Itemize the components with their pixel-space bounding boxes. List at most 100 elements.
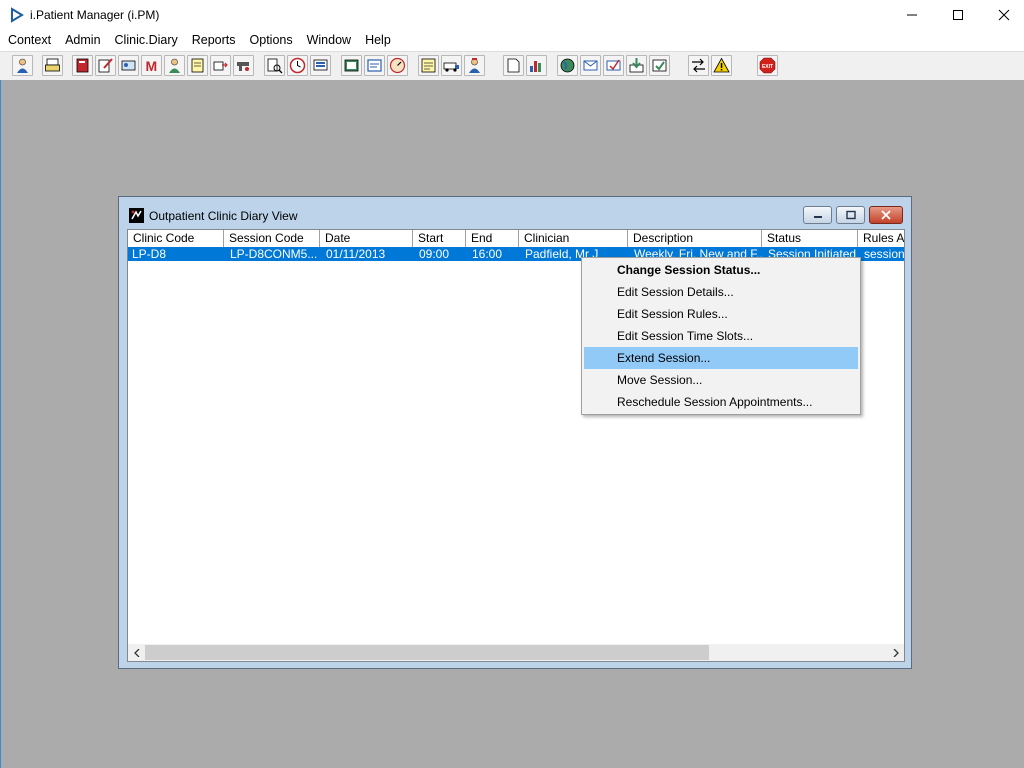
toolbar-refresh-button[interactable] [649,55,670,76]
toolbar-note-button[interactable] [418,55,439,76]
toolbar-monitor-button[interactable] [310,55,331,76]
arrows-icon [692,58,705,73]
column-header-rules[interactable]: Rules Ap [858,230,904,247]
cell-session-code: LP-D8CONM5... [230,247,318,261]
list-header: Clinic Code Session Code Date Start End … [128,230,904,248]
toolbar-doctor-button[interactable] [164,55,185,76]
toolbar-transfer-button[interactable] [210,55,231,76]
toolbar-chart-button[interactable] [526,55,547,76]
menu-options[interactable]: Options [243,30,300,51]
mail-tick-icon [606,59,621,71]
child-restore-button[interactable] [836,206,865,224]
bar-chart-icon [530,61,541,72]
scroll-left-button[interactable] [128,644,145,661]
column-header-start[interactable]: Start [413,230,466,247]
toolbar-clock-button[interactable] [287,55,308,76]
toolbar-book-button[interactable] [72,55,93,76]
card-icon [367,59,382,72]
search-doc-icon [267,58,283,74]
column-header-session-code[interactable]: Session Code [224,230,320,247]
toolbar-patient-button[interactable] [12,55,33,76]
column-header-clinician[interactable]: Clinician [519,230,628,247]
menu-change-session-status[interactable]: Change Session Status... [584,259,858,281]
gun-icon [237,62,249,71]
doctor-icon [169,58,180,73]
scrollbar-thumb[interactable] [145,645,709,660]
referral-icon [98,58,113,73]
dial-icon [389,57,406,74]
toolbar-m-button[interactable]: M [141,55,162,76]
menu-context[interactable]: Context [0,30,58,51]
maximize-icon [953,10,963,20]
cell-start: 09:00 [419,247,450,261]
menu-reschedule-session-appointments[interactable]: Reschedule Session Appointments... [584,391,858,413]
svg-text:M: M [146,58,158,74]
cell-rules: session [864,247,904,261]
toolbar-warning-button[interactable] [711,55,732,76]
scroll-right-button[interactable] [887,644,904,661]
column-header-end[interactable]: End [466,230,519,247]
toolbar-search-doc-button[interactable] [264,55,285,76]
column-header-description[interactable]: Description [628,230,762,247]
menu-extend-session[interactable]: Extend Session... [584,347,858,369]
toolbar-dial-button[interactable] [387,55,408,76]
horizontal-scrollbar[interactable] [128,644,904,661]
minimize-icon [907,14,917,16]
toolbar-mail-button[interactable] [580,55,601,76]
nurse-icon [469,58,480,73]
menu-clinic-diary[interactable]: Clinic.Diary [108,30,185,51]
toolbar-globe-button[interactable] [557,55,578,76]
menu-edit-session-details[interactable]: Edit Session Details... [584,281,858,303]
menu-help[interactable]: Help [358,30,398,51]
menu-window[interactable]: Window [300,30,358,51]
restore-icon [845,210,856,220]
download-icon [629,58,644,73]
chevron-left-icon [133,648,139,657]
toolbar-document-button[interactable] [503,55,524,76]
toolbar-ambulance-button[interactable] [441,55,462,76]
menu-bar: Context Admin Clinic.Diary Reports Optio… [0,30,1024,51]
app-logo-icon [11,7,24,23]
chevron-right-icon [893,648,899,657]
ambulance-icon [443,62,459,72]
globe-icon [560,58,575,73]
menu-admin[interactable]: Admin [58,30,107,51]
toolbar-tool-button[interactable] [233,55,254,76]
maximize-button[interactable] [935,0,981,30]
child-window-title: Outpatient Clinic Diary View [149,209,298,223]
note-icon [421,58,436,73]
menu-edit-session-rules[interactable]: Edit Session Rules... [584,303,858,325]
patient-icon [17,58,28,73]
toolbar-photo-button[interactable] [341,55,362,76]
column-header-status[interactable]: Status [762,230,858,247]
child-close-button[interactable] [869,206,903,224]
app-title: i.Patient Manager (i.PM) [30,8,160,22]
exit-label: EXIT [762,64,773,70]
id-card-icon [121,60,136,71]
toolbar-arrows-button[interactable] [688,55,709,76]
column-header-date[interactable]: Date [320,230,413,247]
clock-icon [289,57,306,74]
toolbar-mail-tick-button[interactable] [603,55,624,76]
toolbar-nurse-button[interactable] [464,55,485,76]
toolbar-card-button[interactable] [364,55,385,76]
menu-move-session[interactable]: Move Session... [584,369,858,391]
toolbar-notepad-button[interactable] [187,55,208,76]
menu-reports[interactable]: Reports [185,30,243,51]
close-button[interactable] [981,0,1024,30]
child-minimize-button[interactable] [803,206,832,224]
cell-date: 01/11/2013 [326,247,386,261]
column-header-clinic-code[interactable]: Clinic Code [128,230,224,247]
toolbar-id-card-button[interactable] [118,55,139,76]
cell-end: 16:00 [472,247,503,261]
toolbar-print-button[interactable] [42,55,63,76]
book-icon [76,58,89,73]
toolbar-exit-button[interactable]: EXIT [757,55,778,76]
toolbar-download-button[interactable] [626,55,647,76]
warning-icon [713,57,730,73]
toolbar-referral-button[interactable] [95,55,116,76]
minimize-icon [813,216,822,218]
menu-edit-session-time-slots[interactable]: Edit Session Time Slots... [584,325,858,347]
printer-icon [45,58,60,72]
minimize-button[interactable] [889,0,935,30]
